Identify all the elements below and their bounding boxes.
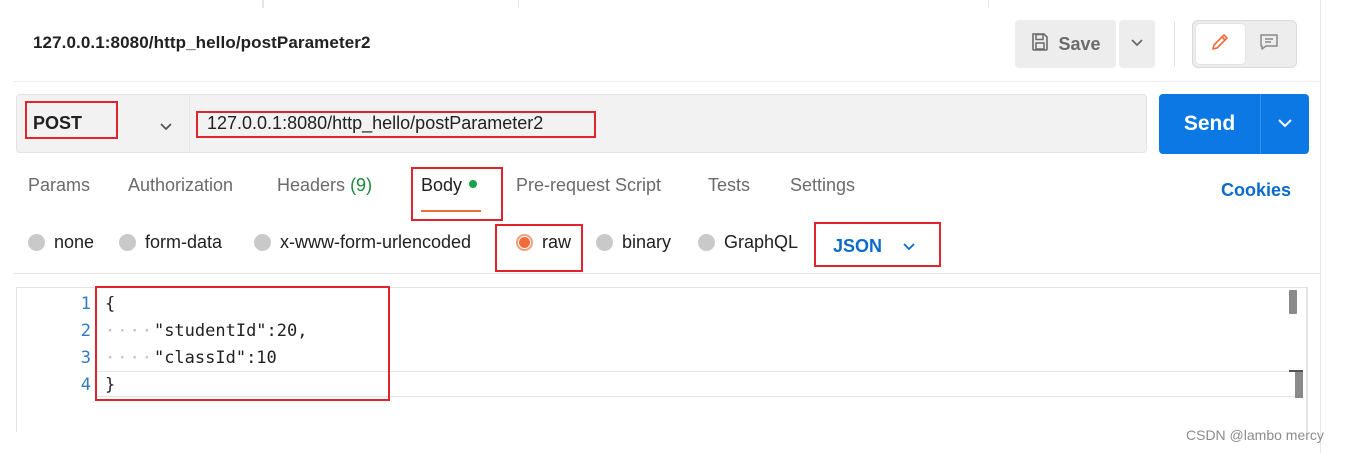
send-dropdown-button[interactable] — [1260, 94, 1309, 154]
language-label: JSON — [833, 236, 883, 256]
tab-body[interactable]: Body — [421, 175, 478, 196]
body-type-urlencoded[interactable]: x-www-form-urlencoded — [254, 232, 471, 253]
cursor-position-marker — [1289, 370, 1303, 398]
send-button[interactable]: Send — [1159, 94, 1260, 154]
body-type-form-data[interactable]: form-data — [119, 232, 222, 253]
current-line-highlight — [97, 371, 1295, 397]
radio-icon — [119, 234, 136, 251]
watermark: CSDN @lambo mercy — [1186, 427, 1324, 443]
save-label: Save — [1058, 33, 1101, 54]
editor-scroll-rail — [1306, 287, 1307, 432]
view-toggle — [1192, 20, 1297, 68]
tab-settings[interactable]: Settings — [790, 175, 855, 196]
language-select[interactable]: JSON — [833, 236, 916, 257]
chevron-down-icon — [902, 236, 916, 257]
body-type-graphql[interactable]: GraphQL — [698, 232, 798, 253]
tab-params[interactable]: Params — [28, 175, 90, 196]
tab-headers[interactable]: Headers (9) — [277, 175, 372, 196]
comments-button[interactable] — [1245, 24, 1294, 64]
line-number: 4 — [80, 375, 91, 395]
body-type-binary[interactable]: binary — [596, 232, 671, 253]
chevron-down-icon — [1277, 115, 1293, 133]
divider — [14, 273, 1320, 274]
radio-icon — [28, 234, 45, 251]
method-label: POST — [33, 113, 83, 133]
radio-icon — [596, 234, 613, 251]
code-line: ····"studentId":20, — [105, 321, 308, 341]
request-title[interactable]: 127.0.0.1:8080/http_hello/postParameter2 — [33, 33, 371, 53]
save-icon — [1030, 32, 1050, 57]
pencil-icon — [1209, 31, 1231, 58]
request-tab-strip — [0, 0, 1357, 8]
tab-pre-request-script[interactable]: Pre-request Script — [516, 175, 661, 196]
send-group: Send — [1159, 94, 1309, 154]
save-dropdown-button[interactable] — [1119, 20, 1155, 68]
radio-icon — [698, 234, 715, 251]
body-type-raw[interactable]: raw — [516, 232, 571, 253]
tab-authorization[interactable]: Authorization — [128, 175, 233, 196]
chevron-down-icon — [159, 116, 173, 137]
save-group: Save — [1015, 20, 1155, 68]
active-tab-underline — [421, 210, 481, 212]
code-editor[interactable]: 1 2 3 4 { ····"studentId":20, ····"class… — [16, 287, 1308, 432]
radio-selected-icon — [516, 234, 533, 251]
code-line: ····"classId":10 — [105, 348, 277, 368]
tab-tests[interactable]: Tests — [708, 175, 750, 196]
editor-scrollbar-thumb[interactable] — [1289, 290, 1297, 314]
cookies-link[interactable]: Cookies — [1221, 180, 1291, 201]
line-number: 3 — [80, 348, 91, 368]
body-indicator-dot — [469, 180, 478, 188]
body-type-none[interactable]: none — [28, 232, 94, 253]
edit-mode-button[interactable] — [1196, 24, 1245, 64]
panel-divider — [1320, 0, 1321, 453]
line-number: 2 — [80, 321, 91, 341]
divider — [14, 81, 1320, 82]
method-select[interactable]: POST — [17, 95, 190, 152]
chevron-down-icon — [1130, 35, 1144, 53]
save-button[interactable]: Save — [1015, 20, 1116, 68]
headers-count: (9) — [350, 175, 373, 195]
code-line: { — [105, 294, 116, 314]
code-line: } — [105, 375, 116, 395]
toolbar-separator — [1174, 22, 1175, 66]
url-input[interactable]: 127.0.0.1:8080/http_hello/postParameter2 — [207, 113, 543, 134]
radio-icon — [254, 234, 271, 251]
line-number: 1 — [80, 294, 91, 314]
url-bar: POST 127.0.0.1:8080/http_hello/postParam… — [16, 94, 1147, 153]
comment-icon — [1258, 31, 1280, 58]
